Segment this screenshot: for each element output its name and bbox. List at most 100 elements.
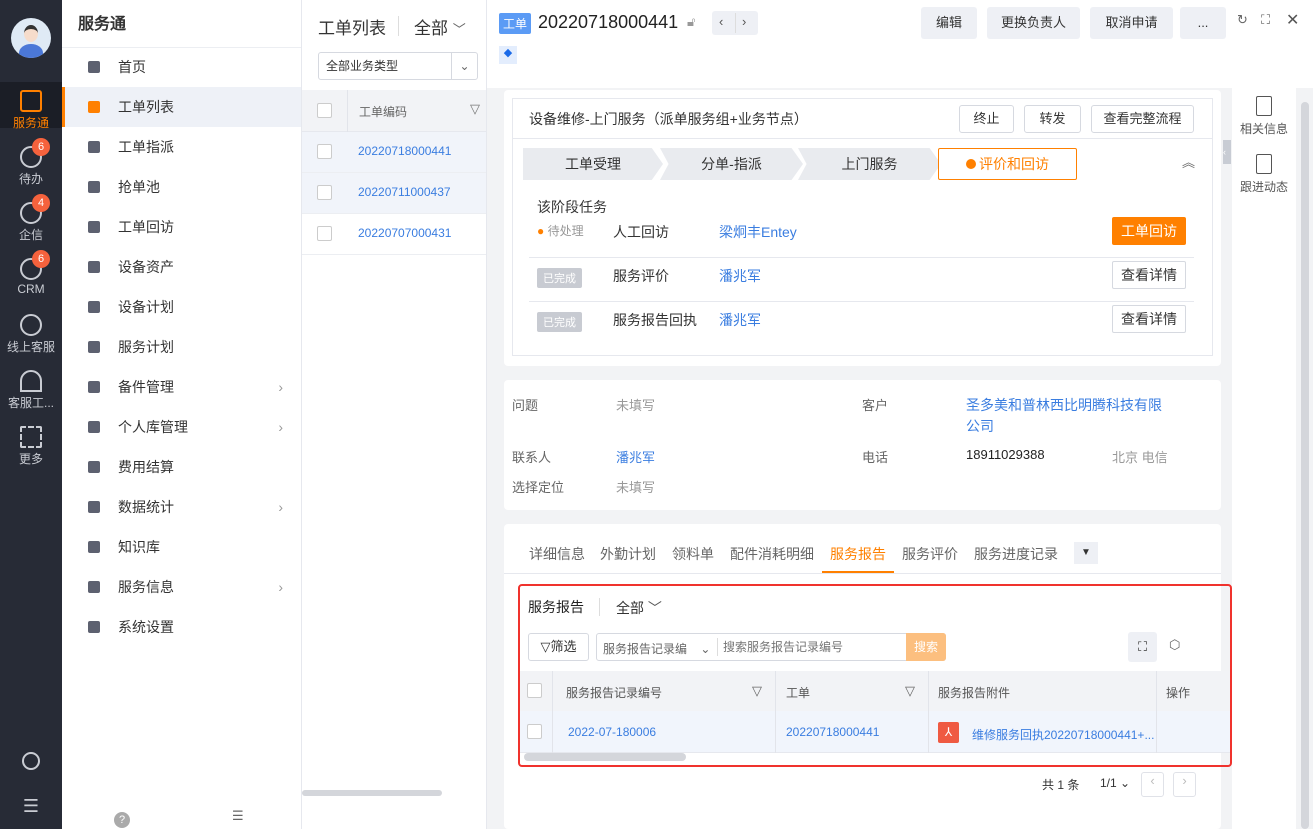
menu-item[interactable]: 设备计划	[62, 287, 301, 327]
search-button[interactable]: 搜索	[906, 633, 946, 661]
order-link[interactable]: 20220718000441	[786, 725, 879, 739]
select-all-checkbox[interactable]	[527, 683, 542, 698]
list-row[interactable]: 20220711000437	[302, 173, 486, 214]
search-input[interactable]	[723, 636, 903, 658]
menu-item[interactable]: 系统设置	[62, 607, 301, 647]
rail-item-online-service[interactable]: 线上客服	[0, 314, 62, 355]
more-tabs-button[interactable]: ▼	[1074, 542, 1098, 564]
scope-dropdown[interactable]: 全部 ﹀	[414, 14, 466, 39]
tab[interactable]: 详细信息	[529, 544, 585, 564]
menu-item[interactable]: 服务计划	[62, 327, 301, 367]
page-select[interactable]: 1/1 ⌄	[1100, 776, 1130, 790]
prev-icon[interactable]: ‹	[719, 14, 723, 29]
forward-button[interactable]: 转发	[1024, 105, 1081, 133]
person-link[interactable]: 潘兆军	[719, 266, 761, 286]
change-owner-button[interactable]: 更换负责人	[987, 7, 1080, 39]
followup-visit-button[interactable]: 工单回访	[1112, 217, 1186, 245]
flow-step[interactable]: 工单受理	[523, 148, 663, 180]
terminate-button[interactable]: 终止	[959, 105, 1014, 133]
row-checkbox[interactable]	[317, 226, 332, 241]
report-code-link[interactable]: 2022-07-180006	[568, 725, 656, 739]
menu-item[interactable]: 备件管理 ›	[62, 367, 301, 407]
menu-item[interactable]: 个人库管理 ›	[62, 407, 301, 447]
menu-item[interactable]: 设备资产	[62, 247, 301, 287]
customer-link[interactable]: 圣多美和普林西比明腾科技有限公司	[966, 395, 1171, 437]
tab[interactable]: 配件消耗明细	[730, 544, 814, 564]
list-row[interactable]: 20220718000441	[302, 132, 486, 173]
help-icon[interactable]: ?	[114, 812, 130, 828]
attachment-link[interactable]: 维修服务回执20220718000441+...	[972, 726, 1154, 743]
order-link[interactable]: 20220707000431	[358, 226, 451, 240]
close-icon[interactable]: ✕	[1286, 10, 1299, 30]
next-page-button[interactable]: ›	[1173, 772, 1196, 797]
next-icon[interactable]: ›	[742, 14, 746, 29]
user-list-icon[interactable]: ☰	[0, 796, 62, 817]
flow-step-current[interactable]: 评价和回访	[938, 148, 1077, 180]
prev-page-button[interactable]: ‹	[1141, 772, 1164, 797]
row-checkbox[interactable]	[317, 144, 332, 159]
row-checkbox[interactable]	[317, 185, 332, 200]
collapse-menu-icon[interactable]: ☰	[232, 808, 244, 824]
menu-item[interactable]: 费用结算	[62, 447, 301, 487]
filter-icon[interactable]: ▽	[470, 101, 480, 117]
menu-item[interactable]: 数据统计 ›	[62, 487, 301, 527]
side-panel-toggle[interactable]: ‹	[1223, 140, 1231, 164]
business-type-select[interactable]: 全部业务类型 ⌄	[318, 52, 478, 80]
menu-item[interactable]: 首页	[62, 47, 301, 87]
page-scrollbar[interactable]	[1301, 102, 1309, 829]
column-header: 工单编码	[359, 105, 408, 119]
tab[interactable]: 服务进度记录	[974, 544, 1058, 564]
person-link[interactable]: 梁炯丰Entey	[719, 222, 797, 242]
tab[interactable]: 服务评价	[902, 544, 958, 564]
menu-item[interactable]: 服务信息 ›	[62, 567, 301, 607]
row-checkbox[interactable]	[527, 724, 542, 739]
tab[interactable]: 外勤计划	[600, 544, 656, 564]
filter-icon[interactable]: ▽	[752, 683, 762, 699]
menu-item[interactable]: 工单指派	[62, 127, 301, 167]
related-info-button[interactable]: 相关信息	[1232, 96, 1296, 137]
menu-item[interactable]: 工单列表	[62, 87, 301, 127]
edit-button[interactable]: 编辑	[921, 7, 977, 39]
order-link[interactable]: 20220711000437	[358, 185, 451, 199]
label-tag-icon[interactable]: ◆	[499, 46, 517, 64]
cancel-request-button[interactable]: 取消申请	[1090, 7, 1173, 39]
table-scrollbar[interactable]	[524, 753, 686, 761]
list-row[interactable]: 20220707000431	[302, 214, 486, 255]
more-button[interactable]: ...	[1180, 7, 1226, 39]
view-details-button[interactable]: 查看详情	[1112, 261, 1186, 289]
menu-item[interactable]: 工单回访	[62, 207, 301, 247]
refresh-icon[interactable]: ↻	[1237, 12, 1248, 28]
filter-button[interactable]: ▽筛选	[528, 633, 589, 661]
view-full-flow-button[interactable]: 查看完整流程	[1091, 105, 1194, 133]
person-link[interactable]: 潘兆军	[719, 310, 761, 330]
fullscreen-icon[interactable]: ⛶	[1261, 12, 1270, 28]
horizontal-scrollbar[interactable]	[302, 790, 442, 796]
lock-icon[interactable]: 🔓︎	[687, 14, 695, 30]
rail-item-chat[interactable]: 4 企信	[0, 194, 62, 243]
rail-item-customer-service[interactable]: 客服工...	[0, 370, 62, 411]
follow-up-button[interactable]: 跟进动态	[1232, 154, 1296, 195]
collapse-icon[interactable]: ︽	[1182, 152, 1195, 171]
settings-icon[interactable]	[0, 752, 62, 772]
tab[interactable]: 领料单	[672, 544, 714, 564]
view-details-button[interactable]: 查看详情	[1112, 305, 1186, 333]
filter-icon[interactable]: ▽	[905, 683, 915, 699]
rail-item-service[interactable]: 服务通	[0, 82, 62, 130]
flow-step[interactable]: 分单-指派	[660, 148, 803, 180]
expand-icon[interactable]: ⛶	[1128, 632, 1157, 662]
report-scope-dropdown[interactable]: 全部 ﹀	[616, 598, 662, 618]
rail-item-more[interactable]: 更多	[0, 426, 62, 467]
rail-item-crm[interactable]: 6 CRM	[0, 250, 62, 296]
order-link[interactable]: 20220718000441	[358, 144, 451, 158]
avatar[interactable]	[11, 18, 51, 58]
menu-item[interactable]: 抢单池	[62, 167, 301, 207]
search-field-select[interactable]: 服务报告记录编 ⌄	[603, 640, 710, 657]
menu-item[interactable]: 知识库	[62, 527, 301, 567]
select-all-checkbox[interactable]	[317, 103, 332, 118]
phone[interactable]: 18911029388	[966, 447, 1045, 462]
rail-item-todo[interactable]: 6 待办	[0, 138, 62, 187]
flow-step[interactable]: 上门服务	[798, 148, 941, 180]
settings-icon[interactable]: ⬡	[1169, 637, 1180, 653]
tab[interactable]: 服务报告	[822, 544, 894, 573]
contact-link[interactable]: 潘兆军	[616, 447, 655, 466]
